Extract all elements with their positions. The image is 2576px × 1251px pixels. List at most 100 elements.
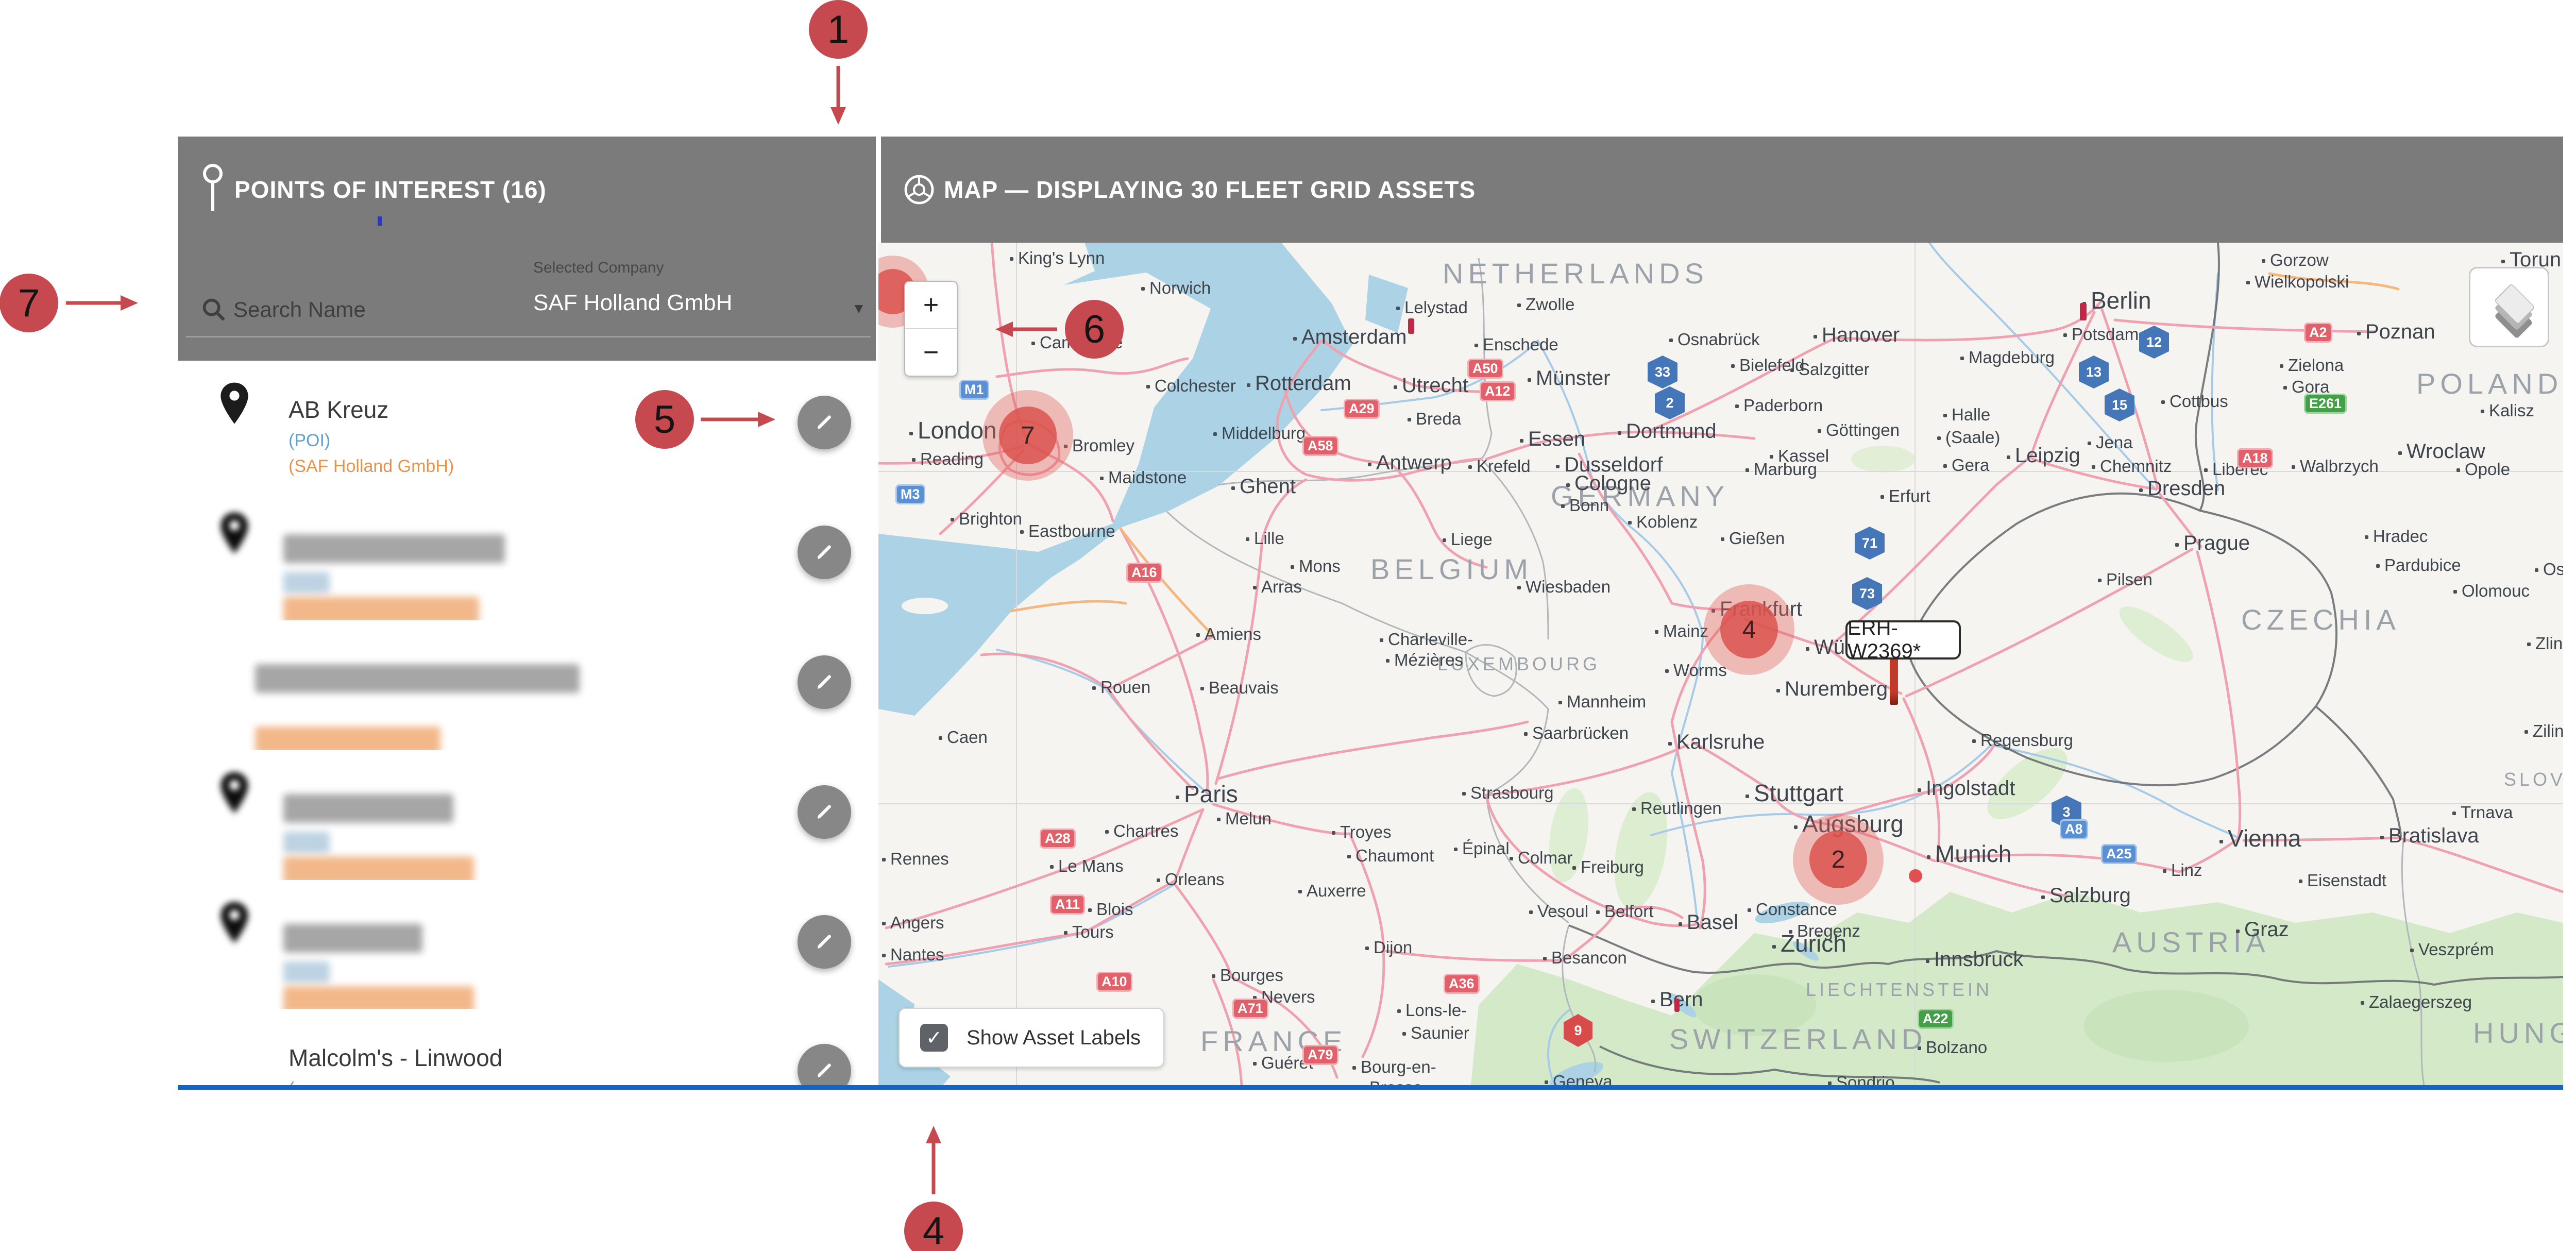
map-city-label: Olomouc: [2453, 581, 2530, 601]
layers-control[interactable]: [2469, 267, 2549, 347]
map-city-label: Kalisz: [2481, 401, 2534, 420]
map-city-label: Blois: [1088, 900, 1133, 919]
map-city-label: Reutlingen: [1632, 799, 1722, 818]
poi-list-item[interactable]: [178, 491, 876, 621]
edit-poi-button[interactable]: [798, 785, 851, 839]
chevron-down-icon[interactable]: ▼: [852, 300, 866, 317]
edit-poi-button[interactable]: [798, 1044, 851, 1085]
fleet-asset-icon: [903, 173, 936, 206]
search-icon: [200, 296, 227, 323]
map-city-label: Karlsruhe: [1668, 731, 1765, 754]
map-city-label: Potsdam: [2063, 325, 2139, 344]
map-city-label: Colchester: [1146, 376, 1236, 396]
asset-marker[interactable]: [1909, 869, 1922, 883]
poi-list-item[interactable]: [178, 750, 876, 881]
map-city-label: Gera: [1943, 455, 1989, 475]
road-badge: A12: [1480, 381, 1516, 401]
road-badge: M3: [895, 484, 925, 504]
map-city-label: Maidstone: [1100, 468, 1187, 487]
app-bottom-border: [178, 1085, 2563, 1090]
cluster-marker[interactable]: 4: [1720, 601, 1778, 658]
poi-list-item[interactable]: Malcolm's - Linwood(: [178, 1009, 876, 1085]
map-city-label: Utrecht: [1394, 374, 1468, 397]
road-badge: A50: [1467, 359, 1503, 379]
zoom-out-button[interactable]: −: [905, 329, 957, 376]
search-input[interactable]: Search Name: [233, 297, 366, 322]
panel-divider: [876, 137, 881, 243]
map-city-label: Strasbourg: [1462, 783, 1553, 803]
map-city-label: Opole: [2456, 460, 2510, 479]
edit-poi-button[interactable]: [798, 915, 851, 969]
zoom-in-button[interactable]: +: [905, 282, 957, 328]
map-city-label: Freiburg: [1572, 857, 1644, 877]
redacted-poi-type: [283, 961, 330, 983]
map-city-label: Sondrio: [1828, 1073, 1895, 1085]
annotation-circle-7: 7: [0, 274, 58, 332]
map-city-label: Poznan: [2357, 320, 2435, 344]
company-underline: [533, 336, 871, 337]
map-city-label: Troyes: [1332, 822, 1392, 842]
poi-search-section: Search Name Selected Company SAF Holland…: [178, 243, 876, 361]
map-city-label: Vesoul: [1529, 902, 1588, 921]
map-city-label: Dortmund: [1618, 420, 1717, 443]
road-badge: E261: [2304, 394, 2347, 414]
map-city-label: King's Lynn: [1010, 248, 1105, 268]
map-city-label: Magdeburg: [1960, 348, 2055, 367]
map-city-label: Veszprém: [2410, 940, 2494, 959]
map-city-label: Constance: [1748, 900, 1837, 919]
cluster-marker[interactable]: 7: [999, 407, 1057, 464]
redacted-poi-name: [255, 664, 580, 693]
poi-name: AB Kreuz: [289, 396, 388, 424]
show-asset-labels-label[interactable]: Show Asset Labels: [967, 1026, 1141, 1050]
zoom-control: + −: [904, 281, 958, 377]
search-underline: [186, 336, 538, 337]
map-city-label: Charleville-: [1380, 630, 1473, 649]
map-city-label: Norwich: [1141, 278, 1211, 298]
poi-list-item[interactable]: [178, 880, 876, 1010]
poi-type-label: (: [289, 1079, 294, 1085]
map-city-label: Essen: [1520, 428, 1585, 451]
map-city-label: Münster: [1528, 367, 1611, 390]
company-select[interactable]: SAF Holland GmbH: [533, 290, 732, 316]
map-city-label: Le Mans: [1050, 856, 1124, 876]
map-canvas[interactable]: NETHERLANDSPOLANDGERMANYBELGIUMLUXEMBOUR…: [878, 243, 2563, 1085]
map-city-label: Arras: [1253, 577, 1302, 597]
map-country-label: HUNGARY: [2473, 1016, 2563, 1050]
location-pin-icon: [218, 511, 251, 559]
poi-company-label: (SAF Holland GmbH): [289, 457, 454, 477]
map-city-label: Vienna: [2219, 824, 2301, 852]
map-city-label: Kassel: [1770, 446, 1829, 466]
road-badge: A11: [1050, 894, 1085, 915]
map-city-label: Zwolle: [1517, 295, 1574, 314]
map-city-label: Cottbus: [2161, 392, 2228, 411]
poi-list-item[interactable]: [178, 620, 876, 751]
poi-pin-icon: [198, 161, 227, 218]
redacted-poi-name: [283, 924, 422, 953]
edit-poi-button[interactable]: [798, 396, 851, 449]
map-city-label: Paderborn: [1735, 396, 1823, 415]
poi-list-item[interactable]: AB Kreuz(POI)(SAF Holland GmbH): [178, 361, 876, 492]
show-asset-labels-checkbox[interactable]: ✓: [920, 1024, 948, 1052]
asset-marker[interactable]: [1674, 999, 1680, 1012]
redacted-poi-type: [283, 572, 330, 594]
map-city-label: Mannheim: [1558, 692, 1646, 712]
asset-marker[interactable]: [1408, 318, 1414, 334]
selected-company-label: Selected Company: [533, 259, 664, 277]
asset-marker[interactable]: [2080, 303, 2087, 320]
road-badge: A10: [1096, 972, 1132, 992]
map-city-label: Reading: [912, 449, 984, 469]
annotation-circle-6: 6: [1065, 300, 1124, 359]
map-country-label: BELGIUM: [1370, 552, 1533, 586]
edit-poi-button[interactable]: [798, 655, 851, 709]
asset-label-text: ERH-W2369*: [1848, 617, 1959, 663]
asset-label-tooltip: ERH-W2369*: [1845, 620, 1961, 660]
map-city-label: Bourges: [1212, 966, 1283, 985]
cluster-marker[interactable]: 2: [1809, 831, 1867, 888]
show-asset-labels-control: ✓ Show Asset Labels: [899, 1008, 1164, 1068]
edit-poi-button[interactable]: [798, 526, 851, 579]
map-city-label: Pardubice: [2376, 555, 2461, 575]
map-city-label: Lille: [1246, 529, 1284, 548]
map-city-label: Ostrava: [2535, 560, 2563, 579]
map-city-label: Stuttgart: [1745, 779, 1843, 807]
map-city-label: Bresse: [1361, 1078, 1422, 1085]
